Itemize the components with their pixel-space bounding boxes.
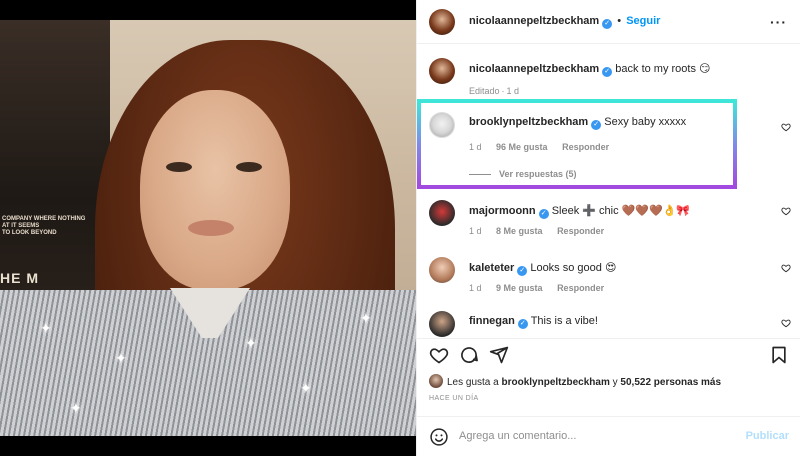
view-replies-label: Ver respuestas (5)	[499, 169, 577, 179]
heart-icon[interactable]	[781, 206, 791, 216]
more-horizontal-icon[interactable]: ···	[770, 14, 787, 30]
post-header: nicolaannepeltzbeckham ✓ • Seguir ···	[417, 0, 800, 44]
comment-input[interactable]: Agrega un comentario...	[459, 430, 576, 442]
sparkle-icon: ✦	[40, 320, 52, 336]
comment-username[interactable]: brooklynpeltzbeckham	[469, 116, 588, 128]
caption-avatar[interactable]	[429, 58, 455, 84]
comment-composer: Agrega un comentario... Publicar	[417, 416, 800, 456]
sparkle-icon: ✦	[115, 350, 127, 366]
likes-summary: Les gusta a brooklynpeltzbeckham y 50,52…	[429, 374, 721, 388]
comment-username[interactable]: majormoonn	[469, 205, 536, 217]
comment-text: This is a vibe!	[530, 315, 598, 327]
caption-time[interactable]: 1 d	[507, 86, 520, 96]
heart-icon[interactable]	[781, 318, 791, 328]
background-poster: COMPANY WHERE NOTHING AT IT SEEMS TO LOO…	[0, 20, 110, 320]
comment-time[interactable]: 1 d	[469, 142, 482, 152]
comment-likes[interactable]: 8 Me gusta	[496, 226, 543, 236]
like-heart-icon[interactable]	[429, 345, 449, 365]
poster-big-text: HE M	[0, 270, 39, 286]
right-eye	[236, 162, 262, 172]
verified-badge-icon: ✓	[517, 319, 528, 329]
reply-button[interactable]: Responder	[557, 283, 604, 293]
verified-badge-icon: ✓	[602, 19, 613, 29]
publish-button[interactable]: Publicar	[746, 430, 789, 442]
post-time[interactable]: HACE UN DÍA	[429, 395, 479, 402]
comment-likes[interactable]: 96 Me gusta	[496, 142, 548, 152]
reply-button[interactable]: Responder	[562, 142, 609, 152]
view-replies-button[interactable]: Ver respuestas (5)	[469, 169, 577, 179]
sparkle-icon: ✦	[70, 400, 82, 416]
comment-avatar[interactable]	[429, 200, 455, 226]
verified-badge-icon: ✓	[591, 120, 602, 130]
caption-username[interactable]: nicolaannepeltzbeckham	[469, 63, 599, 75]
heart-icon[interactable]	[781, 122, 791, 132]
comment-time[interactable]: 1 d	[469, 283, 482, 293]
likes-prefix: Les gusta a	[447, 377, 499, 388]
replies-line	[469, 174, 491, 176]
comment-icon[interactable]	[459, 345, 479, 365]
sparkle-icon: ✦	[300, 380, 312, 396]
owner-avatar[interactable]	[429, 9, 455, 35]
verified-badge-icon: ✓	[602, 67, 613, 77]
lips	[188, 220, 234, 236]
share-icon[interactable]	[489, 345, 509, 365]
owner-username[interactable]: nicolaannepeltzbeckham	[469, 15, 599, 27]
liker-username[interactable]: brooklynpeltzbeckham	[502, 377, 610, 388]
comment-avatar[interactable]	[429, 112, 455, 138]
follow-button[interactable]: Seguir	[626, 15, 660, 27]
poster-small-text: COMPANY WHERE NOTHING AT IT SEEMS TO LOO…	[2, 216, 86, 236]
sparkle-icon: ✦	[360, 310, 372, 326]
post-photo-panel: COMPANY WHERE NOTHING AT IT SEEMS TO LOO…	[0, 0, 416, 456]
comment-avatar[interactable]	[429, 257, 455, 283]
likes-conjunction: y	[612, 377, 618, 388]
comment-text: Looks so good 😍	[530, 262, 617, 274]
comment-likes[interactable]: 9 Me gusta	[496, 283, 543, 293]
action-bar	[417, 338, 800, 368]
comment-text: Sleek ➕ chic 🤎🤎🤎👌🎀	[551, 205, 691, 217]
comment-time[interactable]: 1 d	[469, 226, 482, 236]
post-side-panel: nicolaannepeltzbeckham ✓ • Seguir ··· nic…	[416, 0, 800, 456]
post-photo[interactable]: COMPANY WHERE NOTHING AT IT SEEMS TO LOO…	[0, 20, 416, 436]
bookmark-icon[interactable]	[769, 345, 789, 365]
sparkle-icon: ✦	[245, 335, 257, 351]
likes-count-link[interactable]: 50,522 personas más	[620, 377, 721, 388]
separator-dot: •	[617, 15, 622, 27]
comment-username[interactable]: finnegan	[469, 315, 515, 327]
comment-text: Sexy baby xxxxx	[604, 116, 687, 128]
verified-badge-icon: ✓	[517, 266, 528, 276]
comment-username[interactable]: kaleteter	[469, 262, 514, 274]
face-shape	[140, 90, 290, 290]
reply-button[interactable]: Responder	[557, 226, 604, 236]
left-eye	[166, 162, 192, 172]
liker-avatar[interactable]	[429, 374, 443, 388]
caption-text: back to my roots 😏	[615, 63, 711, 75]
verified-badge-icon: ✓	[538, 209, 549, 219]
edited-label: Editado	[469, 86, 500, 96]
heart-icon[interactable]	[781, 263, 791, 273]
comment-avatar[interactable]	[429, 311, 455, 337]
comment-row: finnegan ✓ This is a vibe!	[417, 309, 800, 337]
emoji-icon[interactable]	[429, 427, 449, 447]
